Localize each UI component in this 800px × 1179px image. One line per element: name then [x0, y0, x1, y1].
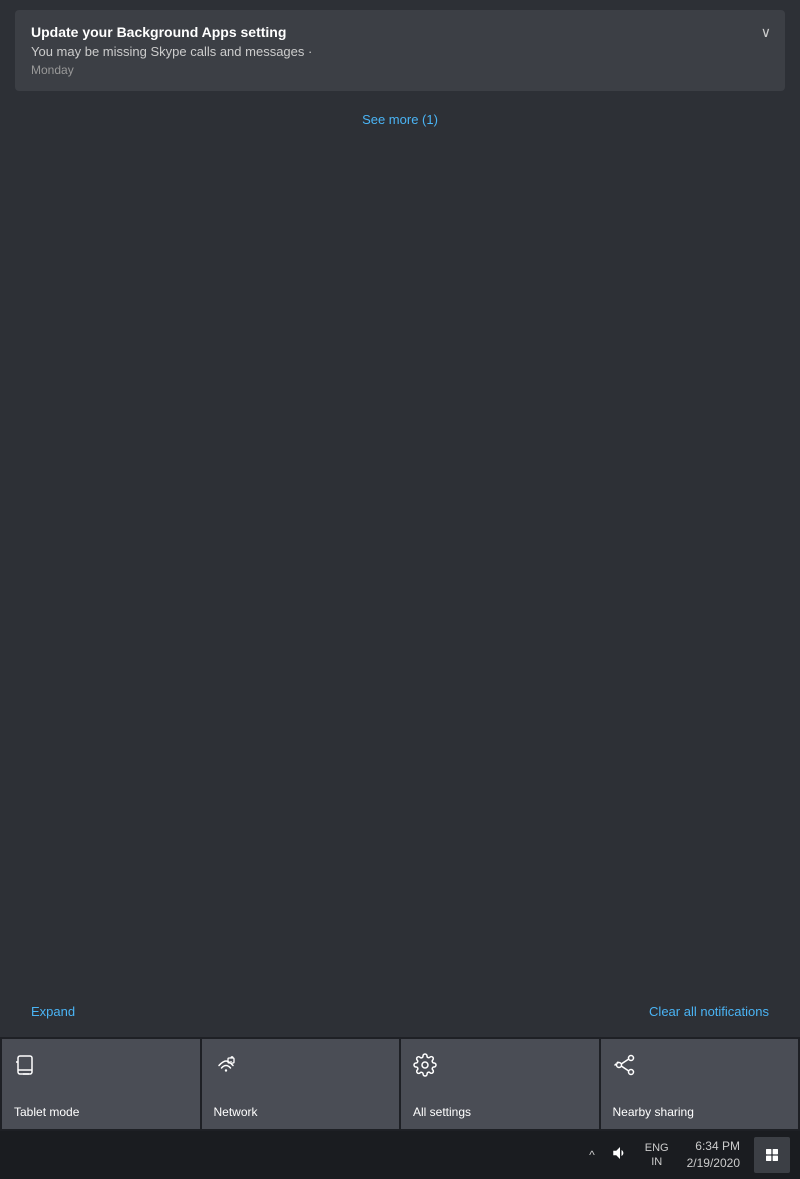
taskbar: ^ ENG IN 6:34 PM 2/19/2020 — [0, 1131, 800, 1179]
locale-line2: IN — [645, 1155, 669, 1169]
action-center: Update your Background Apps setting You … — [0, 0, 800, 1179]
system-tray-expand-icon[interactable]: ^ — [585, 1144, 599, 1166]
locale-line1: ENG — [645, 1141, 669, 1155]
notification-title: Update your Background Apps setting — [31, 24, 745, 40]
notification-card[interactable]: Update your Background Apps setting You … — [15, 10, 785, 91]
notification-center-button[interactable] — [754, 1137, 790, 1173]
tablet-mode-icon — [14, 1053, 38, 1083]
current-date: 2/19/2020 — [687, 1155, 740, 1172]
network-label: Network — [214, 1105, 258, 1119]
tablet-mode-button[interactable]: Tablet mode — [2, 1039, 200, 1129]
datetime-display[interactable]: 6:34 PM 2/19/2020 — [681, 1136, 746, 1174]
notification-center-icon — [764, 1147, 780, 1163]
system-tray: ^ ENG IN 6:34 PM 2/19/2020 — [579, 1136, 796, 1174]
expand-button[interactable]: Expand — [31, 1004, 75, 1019]
notification-chevron-icon[interactable]: ∨ — [761, 24, 771, 41]
current-time: 6:34 PM — [687, 1138, 740, 1155]
quick-actions-grid: Tablet mode Network — [0, 1037, 800, 1131]
all-settings-button[interactable]: All settings — [401, 1039, 599, 1129]
empty-notification-area — [15, 139, 785, 996]
locale-indicator[interactable]: ENG IN — [641, 1139, 673, 1172]
network-button[interactable]: Network — [202, 1039, 400, 1129]
notification-body: You may be missing Skype calls and messa… — [31, 44, 745, 59]
tablet-mode-label: Tablet mode — [14, 1105, 79, 1119]
nearby-sharing-icon — [613, 1053, 637, 1083]
see-more-link[interactable]: See more (1) — [362, 112, 438, 127]
clear-all-button[interactable]: Clear all notifications — [649, 1004, 769, 1019]
footer-actions: Expand Clear all notifications — [15, 996, 785, 1027]
notification-time: Monday — [31, 63, 745, 77]
volume-icon[interactable] — [607, 1140, 633, 1171]
notification-area: Update your Background Apps setting You … — [0, 0, 800, 1037]
see-more-container: See more (1) — [15, 101, 785, 139]
nearby-sharing-button[interactable]: Nearby sharing — [601, 1039, 799, 1129]
settings-icon — [413, 1053, 437, 1083]
all-settings-label: All settings — [413, 1105, 471, 1119]
network-icon — [214, 1053, 238, 1083]
nearby-sharing-label: Nearby sharing — [613, 1105, 694, 1119]
